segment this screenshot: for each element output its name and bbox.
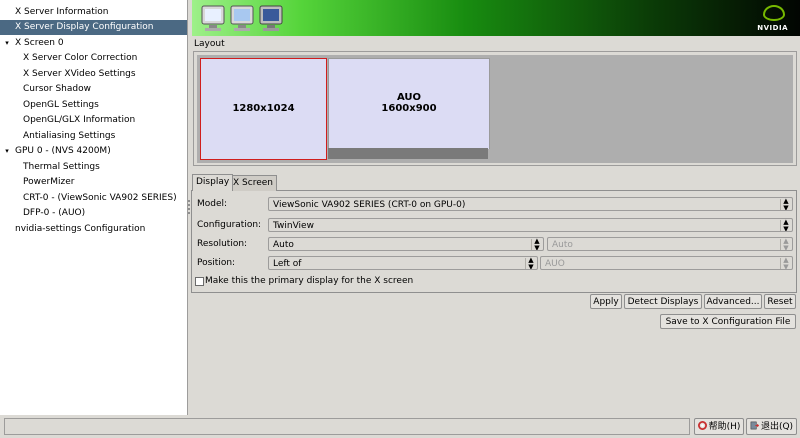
spin-arrows-icon: ▲ ▼ xyxy=(528,256,534,270)
position-target-combo: AUO ▲ ▼ xyxy=(540,256,793,270)
spin-arrows-icon: ▲ ▼ xyxy=(783,256,789,270)
position-value: Left of xyxy=(273,259,302,269)
combo-separator xyxy=(780,199,781,210)
refresh-rate-combo: Auto ▲ ▼ xyxy=(547,237,793,251)
sidebar-item-label: X Server XVideo Settings xyxy=(23,69,136,79)
combo-separator xyxy=(780,239,781,250)
sidebar-item-x-server-display-configuration[interactable]: X Server Display Configuration xyxy=(0,20,187,35)
position-target-value: AUO xyxy=(545,259,565,269)
spin-arrows-icon: ▲ ▼ xyxy=(783,237,789,251)
quit-door-icon xyxy=(750,421,759,430)
display-block-crt-0[interactable]: 1280x1024 xyxy=(200,58,327,160)
help-lifebuoy-icon xyxy=(697,421,707,430)
quit-button[interactable]: 退出(Q) xyxy=(746,418,797,435)
sidebar-item-label: X Screen 0 xyxy=(15,38,64,48)
primary-display-label[interactable]: Make this the primary display for the X … xyxy=(205,275,413,287)
configuration-combo[interactable]: TwinView ▲ ▼ xyxy=(268,218,793,232)
resolution-combo[interactable]: Auto ▲ ▼ xyxy=(268,237,544,251)
sidebar-item-label: GPU 0 - (NVS 4200M) xyxy=(15,146,111,156)
reset-button[interactable]: Reset xyxy=(764,294,796,309)
help-button[interactable]: 帮助(H) xyxy=(694,418,744,435)
display-resolution: 1600x900 xyxy=(381,103,437,114)
spin-arrows-icon: ▲ ▼ xyxy=(534,237,540,251)
sidebar-item-dfp-0[interactable]: DFP-0 - (AUO) xyxy=(0,206,187,221)
sidebar-item-color-correction[interactable]: X Server Color Correction xyxy=(0,51,187,66)
model-label: Model: xyxy=(197,199,228,209)
sidebar-item-label: OpenGL Settings xyxy=(23,100,99,110)
combo-separator xyxy=(531,239,532,250)
display-name: AUO xyxy=(396,92,422,103)
detect-displays-button[interactable]: Detect Displays xyxy=(624,294,702,309)
nvidia-logo-text: NVIDIA xyxy=(757,24,788,32)
model-value: ViewSonic VA902 SERIES (CRT-0 on GPU-0) xyxy=(273,200,466,210)
sidebar-item-label: OpenGL/GLX Information xyxy=(23,115,136,125)
tab-display[interactable]: Display xyxy=(192,174,234,191)
position-label: Position: xyxy=(197,258,236,268)
sidebar-item-label: X Server Color Correction xyxy=(23,53,138,63)
model-combo[interactable]: ViewSonic VA902 SERIES (CRT-0 on GPU-0) … xyxy=(268,197,793,211)
resolution-value: Auto xyxy=(273,240,294,250)
expander-icon[interactable]: ▾ xyxy=(3,144,11,159)
display-block-auo[interactable]: AUO 1600x900 xyxy=(328,58,490,149)
sidebar-item-x-screen-0[interactable]: ▾ X Screen 0 xyxy=(0,36,187,51)
refresh-rate-value: Auto xyxy=(552,240,573,250)
help-button-label: 帮助(H) xyxy=(708,422,741,432)
monitor-icon xyxy=(201,5,225,31)
configuration-value: TwinView xyxy=(273,221,314,231)
advanced-button[interactable]: Advanced... xyxy=(704,294,762,309)
tab-x-screen[interactable]: X Screen xyxy=(229,175,277,191)
sidebar-item-label: X Server Display Configuration xyxy=(15,22,154,32)
spin-arrows-icon: ▲ ▼ xyxy=(783,197,789,211)
spin-arrows-icon: ▲ ▼ xyxy=(783,218,789,232)
sidebar-item-nvidia-settings-configuration[interactable]: nvidia-settings Configuration xyxy=(0,222,187,237)
sidebar-item-xvideo-settings[interactable]: X Server XVideo Settings xyxy=(0,67,187,82)
sidebar-item-opengl-settings[interactable]: OpenGL Settings xyxy=(0,98,187,113)
sidebar-item-crt-0[interactable]: CRT-0 - (ViewSonic VA902 SERIES) xyxy=(0,191,187,206)
resolution-label: Resolution: xyxy=(197,239,248,249)
expander-icon[interactable]: ▾ xyxy=(3,36,11,51)
combo-separator xyxy=(780,258,781,269)
display-block-auo-panning-area xyxy=(328,148,488,159)
configuration-label: Configuration: xyxy=(197,220,262,230)
display-resolution: 1280x1024 xyxy=(232,103,295,114)
sidebar-item-label: Cursor Shadow xyxy=(23,84,91,94)
sidebar-item-thermal-settings[interactable]: Thermal Settings xyxy=(0,160,187,175)
sidebar-tree: X Server Information X Server Display Co… xyxy=(0,0,188,415)
sidebar-item-label: Thermal Settings xyxy=(23,162,100,172)
sidebar-item-label: X Server Information xyxy=(15,7,109,17)
sidebar-item-powermizer[interactable]: PowerMizer xyxy=(0,175,187,190)
monitor-icon xyxy=(230,5,254,31)
sidebar-item-cursor-shadow[interactable]: Cursor Shadow xyxy=(0,82,187,97)
save-config-button[interactable]: Save to X Configuration File xyxy=(660,314,796,329)
status-bar xyxy=(4,418,690,435)
sidebar-item-label: Antialiasing Settings xyxy=(23,131,116,141)
combo-separator xyxy=(780,220,781,231)
sidebar-item-antialiasing-settings[interactable]: Antialiasing Settings xyxy=(0,129,187,144)
sidebar-item-label: CRT-0 - (ViewSonic VA902 SERIES) xyxy=(23,193,177,203)
sidebar-item-x-server-information[interactable]: X Server Information xyxy=(0,5,187,20)
sidebar-item-label: nvidia-settings Configuration xyxy=(15,224,146,234)
position-combo[interactable]: Left of ▲ ▼ xyxy=(268,256,538,270)
layout-label: Layout xyxy=(194,39,225,49)
sidebar-item-label: DFP-0 - (AUO) xyxy=(23,208,86,218)
primary-display-checkbox[interactable] xyxy=(195,277,204,286)
sidebar-item-opengl-glx-information[interactable]: OpenGL/GLX Information xyxy=(0,113,187,128)
monitor-icon xyxy=(259,5,283,31)
apply-button[interactable]: Apply xyxy=(590,294,622,309)
quit-button-label: 退出(Q) xyxy=(760,422,794,432)
sidebar-item-gpu-0[interactable]: ▾ GPU 0 - (NVS 4200M) xyxy=(0,144,187,159)
banner: NVIDIA xyxy=(192,0,800,36)
combo-separator xyxy=(525,258,526,269)
sidebar-item-label: PowerMizer xyxy=(23,177,75,187)
